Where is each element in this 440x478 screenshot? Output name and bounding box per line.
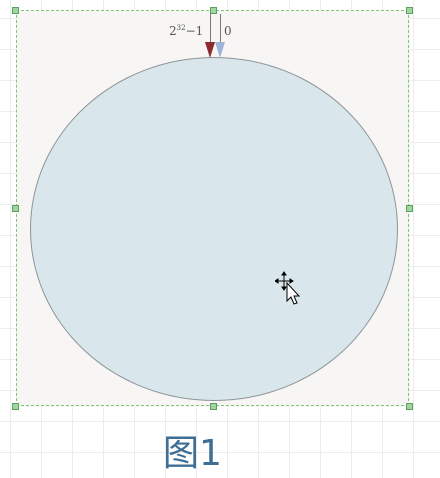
resize-handle-bottom-left[interactable] xyxy=(12,403,19,410)
move-cursor-icon xyxy=(275,271,301,305)
resize-handle-right[interactable] xyxy=(406,205,413,212)
figure-caption: 图1 xyxy=(163,433,222,474)
selection-box xyxy=(16,10,409,406)
resize-handle-left[interactable] xyxy=(12,205,19,212)
resize-handle-top-left[interactable] xyxy=(12,7,19,14)
max-label-suffix: −1 xyxy=(185,24,204,38)
max-value-arrow-icon xyxy=(205,42,215,58)
drawing-canvas[interactable]: 232−1 0 图1 xyxy=(0,0,440,478)
resize-handle-top-right[interactable] xyxy=(406,7,413,14)
max-value-label: 232−1 xyxy=(169,24,203,38)
resize-handle-bottom[interactable] xyxy=(210,403,217,410)
zero-label: 0 xyxy=(224,24,232,38)
max-label-base: 2 xyxy=(169,24,177,38)
zero-arrow-icon xyxy=(215,42,225,58)
resize-handle-top[interactable] xyxy=(210,7,217,14)
resize-handle-bottom-right[interactable] xyxy=(406,403,413,410)
max-label-exponent: 32 xyxy=(176,24,186,32)
